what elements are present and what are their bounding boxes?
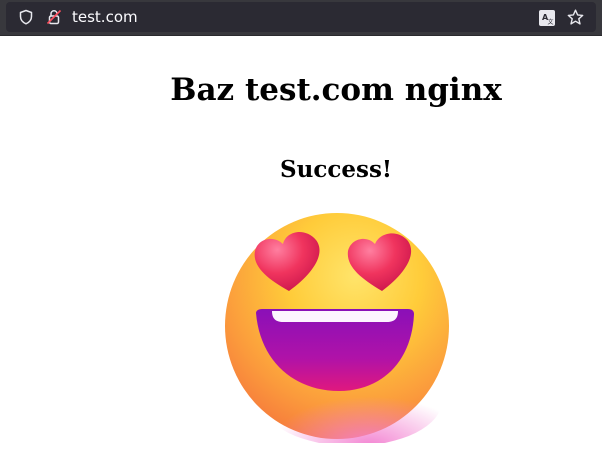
page-subtitle: Success! [280, 156, 392, 183]
teeth [272, 311, 398, 322]
shield-icon[interactable] [18, 9, 34, 25]
page-content: Baz test.com nginx Success! [0, 37, 602, 459]
lock-icon[interactable] [46, 9, 62, 25]
translate-icon[interactable]: A 文 [538, 9, 555, 26]
address-bar[interactable]: test.com A 文 [6, 2, 596, 32]
bookmark-star-icon[interactable] [567, 9, 584, 25]
page-title: Baz test.com nginx [170, 72, 502, 108]
heart-eyes-emoji-image [222, 211, 452, 446]
url-text[interactable]: test.com [72, 8, 138, 26]
svg-text:文: 文 [548, 18, 554, 26]
browser-toolbar: test.com A 文 [0, 0, 602, 36]
